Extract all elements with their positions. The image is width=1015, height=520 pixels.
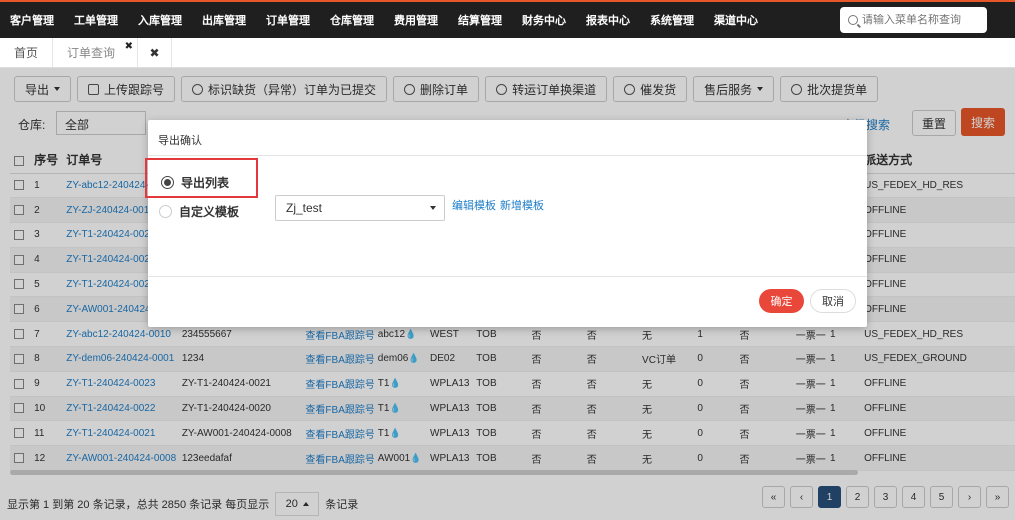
dialog-title: 导出确认 (148, 120, 867, 156)
custom-template-option[interactable]: 自定义模板 (159, 203, 239, 220)
menu-item-fees[interactable]: 费用管理 (384, 12, 448, 28)
top-menu: 客户管理 工单管理 入库管理 出库管理 订单管理 仓库管理 费用管理 结算管理 … (0, 2, 768, 38)
close-all-tabs-icon[interactable]: ✖ (138, 38, 173, 67)
dialog-divider (148, 276, 867, 277)
menu-item-customer[interactable]: 客户管理 (0, 12, 64, 28)
template-select-value: Zj_test (286, 201, 323, 215)
tab-home[interactable]: 首页 (0, 38, 54, 67)
menu-item-outbound[interactable]: 出库管理 (192, 12, 256, 28)
tab-order-query[interactable]: 订单查询 ✖ (53, 38, 139, 67)
page-tabs: 首页 订单查询 ✖ ✖ (0, 38, 1015, 68)
new-template-link[interactable]: 新增模板 (500, 197, 544, 213)
edit-template-link[interactable]: 编辑模板 (452, 197, 496, 213)
menu-item-finance[interactable]: 财务中心 (512, 12, 576, 28)
menu-search-box[interactable] (840, 7, 987, 33)
template-links: 编辑模板 新增模板 (452, 197, 544, 213)
custom-template-radio[interactable] (159, 205, 172, 218)
export-list-label: 导出列表 (181, 176, 230, 190)
menu-item-orders[interactable]: 订单管理 (256, 12, 320, 28)
menu-item-settlement[interactable]: 结算管理 (448, 12, 512, 28)
menu-item-system[interactable]: 系统管理 (640, 12, 704, 28)
confirm-button[interactable]: 确定 (759, 289, 804, 313)
tab-close-icon[interactable]: ✖ (125, 41, 133, 52)
cancel-button[interactable]: 取消 (810, 289, 856, 313)
template-select[interactable]: Zj_test (275, 195, 445, 221)
export-list-option[interactable]: 导出列表 (161, 174, 229, 191)
search-icon (848, 15, 858, 25)
menu-item-workorder[interactable]: 工单管理 (64, 12, 128, 28)
export-confirm-dialog: 导出确认 导出列表 自定义模板 Zj_test 编辑模板 新增模板 确定 取消 (145, 120, 867, 327)
top-nav-bar: 客户管理 工单管理 入库管理 出库管理 订单管理 仓库管理 费用管理 结算管理 … (0, 0, 1015, 38)
menu-item-channel[interactable]: 渠道中心 (704, 12, 768, 28)
custom-template-label: 自定义模板 (179, 205, 240, 219)
menu-search-input[interactable] (862, 14, 982, 26)
menu-item-warehouse[interactable]: 仓库管理 (320, 12, 384, 28)
menu-item-inbound[interactable]: 入库管理 (128, 12, 192, 28)
tab-order-query-label: 订单查询 (67, 46, 116, 60)
export-list-radio[interactable] (161, 176, 174, 189)
chevron-down-icon (430, 206, 436, 210)
menu-item-reports[interactable]: 报表中心 (576, 12, 640, 28)
